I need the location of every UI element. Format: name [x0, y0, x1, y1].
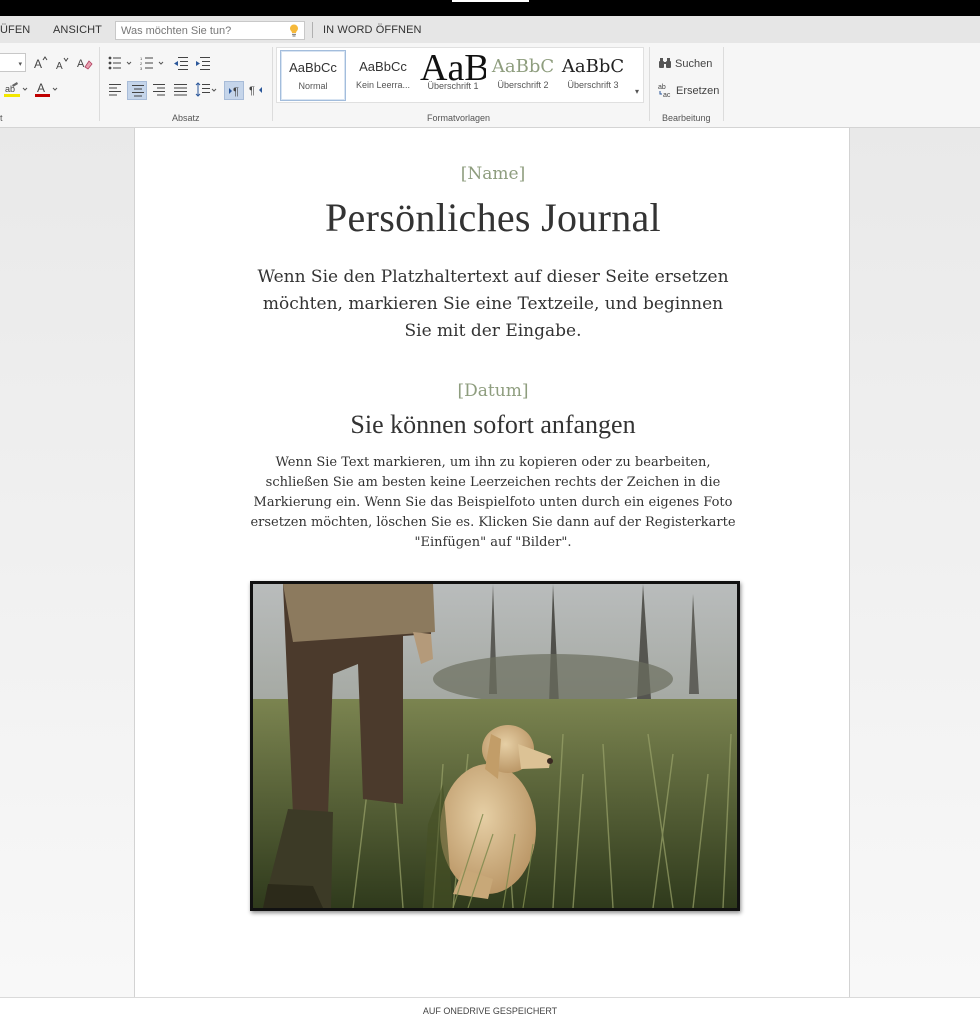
replace-label: Ersetzen: [676, 85, 720, 97]
binoculars-icon: [659, 58, 671, 68]
date-placeholder[interactable]: [Datum]: [135, 381, 851, 401]
chevron-down-icon: ▾: [18, 61, 22, 68]
group-separator: [649, 47, 650, 121]
style-preview: AaBbC: [561, 56, 625, 77]
find-label: Suchen: [675, 58, 713, 70]
active-tab-marker: [452, 0, 529, 2]
style-heading-2[interactable]: AaBbC Überschrift 2: [490, 50, 556, 101]
numbering-icon[interactable]: 1 2 3: [140, 56, 166, 70]
font-color-icon[interactable]: A: [35, 81, 59, 99]
style-no-spacing[interactable]: AaBbCc Kein Leerra...: [350, 50, 416, 101]
line-spacing-icon[interactable]: [195, 82, 219, 98]
style-heading-3[interactable]: AaBbC Überschrift 3: [560, 50, 626, 101]
align-left-icon[interactable]: [109, 84, 123, 96]
style-normal[interactable]: AaBbCc Normal: [280, 50, 346, 101]
chevron-down-icon: ▾: [634, 87, 639, 96]
status-bar: AUF ONEDRIVE GESPEICHERT: [0, 997, 980, 1020]
sample-photo[interactable]: [250, 581, 740, 911]
style-heading-1[interactable]: AaB Überschrift 1: [420, 50, 486, 101]
align-center-icon: [132, 85, 144, 97]
clear-format-icon[interactable]: A: [77, 55, 93, 71]
style-label: Kein Leerra...: [355, 80, 411, 90]
style-label: Überschrift 2: [497, 80, 549, 90]
tell-me-box[interactable]: [115, 21, 305, 40]
rtl-icon[interactable]: ¶: [249, 84, 263, 96]
open-in-word-button[interactable]: IN WORD ÖFFNEN: [323, 24, 422, 36]
outdent-icon[interactable]: [173, 56, 189, 70]
document-canvas[interactable]: [Name] Persönliches Journal Wenn Sie den…: [0, 128, 980, 997]
indent-icon[interactable]: [195, 56, 211, 70]
intro-paragraph[interactable]: Wenn Sie den Platzhaltertext auf dieser …: [248, 264, 738, 345]
highlight-icon[interactable]: ab: [4, 82, 28, 98]
name-placeholder[interactable]: [Name]: [135, 164, 851, 184]
svg-text:A: A: [34, 57, 42, 70]
editing-group-label: Bearbeitung: [662, 113, 711, 123]
menu-separator: [312, 22, 313, 38]
font-shrink-icon[interactable]: A: [56, 57, 70, 71]
group-separator: [272, 47, 273, 121]
bullets-icon[interactable]: [108, 56, 134, 70]
styles-more-button[interactable]: ▾: [630, 47, 644, 103]
font-grow-icon[interactable]: A: [34, 56, 48, 70]
document-page[interactable]: [Name] Persönliches Journal Wenn Sie den…: [134, 128, 850, 997]
replace-icon: ab ac: [658, 84, 671, 98]
svg-text:ab: ab: [658, 84, 666, 91]
dog-in-field-image: [253, 584, 737, 908]
ltr-icon: ¶: [229, 86, 239, 97]
lightbulb-icon: [290, 24, 298, 37]
group-separator: [723, 47, 724, 121]
body-paragraph[interactable]: Wenn Sie Text markieren, um ihn zu kopie…: [243, 453, 743, 553]
justify-icon[interactable]: [174, 84, 188, 96]
section-heading[interactable]: Sie können sofort anfangen: [135, 410, 851, 440]
styles-group-label: Formatvorlagen: [427, 113, 491, 123]
paragraph-group-label: Absatz: [172, 113, 200, 123]
style-preview: AaB: [420, 50, 486, 83]
font-size-dropdown[interactable]: ▾: [0, 53, 26, 72]
svg-text:A: A: [37, 81, 45, 95]
document-title[interactable]: Persönliches Journal: [135, 194, 851, 241]
styles-gallery: AaBbCc Normal AaBbCc Kein Leerra... AaB …: [276, 47, 644, 103]
svg-text:¶: ¶: [233, 86, 239, 97]
group-separator: [99, 47, 100, 121]
tab-ansicht[interactable]: ANSICHT: [53, 24, 102, 36]
style-preview: AaBbCc: [359, 59, 407, 74]
menu-bar: ÜFEN ANSICHT IN WORD ÖFFNEN: [0, 16, 980, 43]
ltr-button[interactable]: ¶: [224, 81, 244, 100]
tell-me-input[interactable]: [116, 22, 276, 39]
svg-text:ac: ac: [663, 92, 671, 98]
style-preview: AaBbC: [491, 56, 555, 77]
style-label: Überschrift 1: [427, 81, 479, 91]
style-label: Überschrift 3: [567, 80, 619, 90]
ribbon: ▾ A A A ab A t 1 2 3 ¶ ¶ Absatz AaBbCc N…: [0, 43, 980, 128]
tab-pruefen[interactable]: ÜFEN: [0, 24, 30, 36]
align-center-button[interactable]: [127, 81, 147, 100]
svg-text:A: A: [56, 61, 63, 71]
style-preview: AaBbCc: [289, 60, 337, 75]
align-right-icon[interactable]: [152, 84, 166, 96]
save-status: AUF ONEDRIVE GESPEICHERT: [422, 1006, 558, 1016]
svg-text:3: 3: [140, 66, 143, 70]
font-group-label: t: [0, 113, 3, 123]
svg-text:¶: ¶: [249, 85, 255, 96]
svg-text:A: A: [77, 58, 85, 70]
window-top-strip: [0, 0, 980, 16]
